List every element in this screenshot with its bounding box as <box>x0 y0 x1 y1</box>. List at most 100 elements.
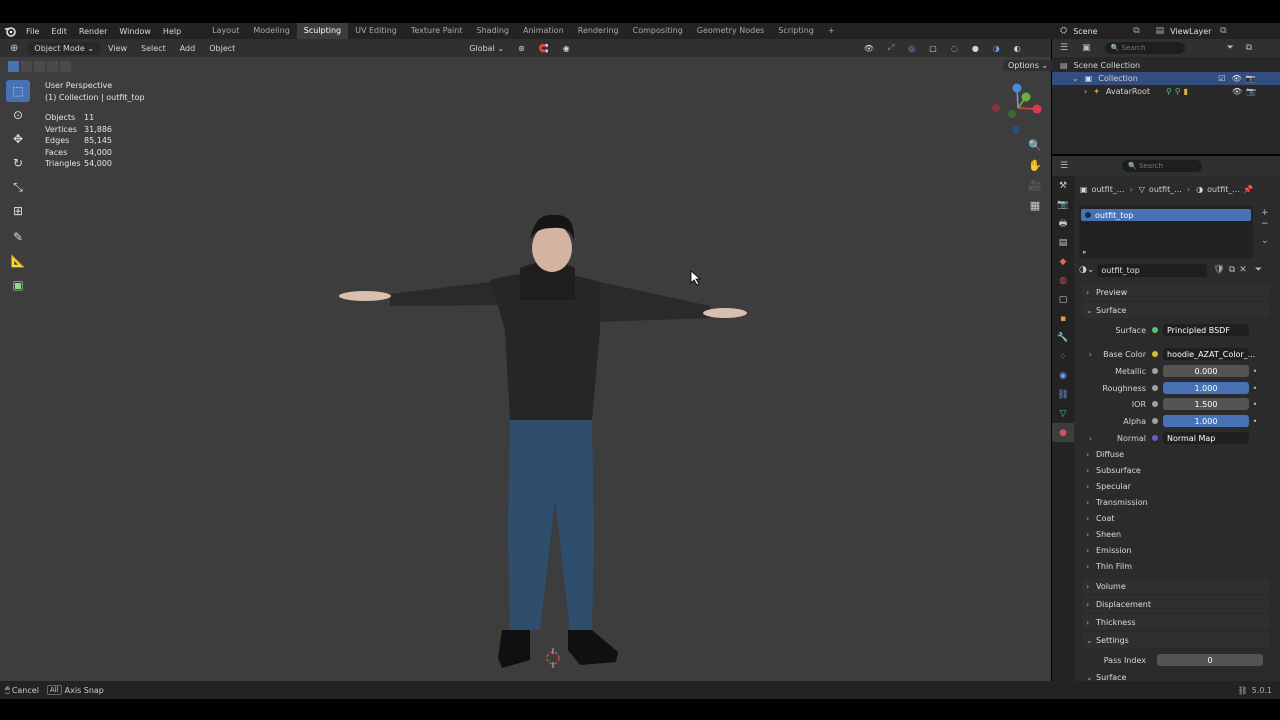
view-layer-icon[interactable]: ▤ <box>1156 26 1165 36</box>
pivot-icon[interactable]: ⊛ <box>512 42 531 55</box>
expand-icon[interactable]: › <box>1082 434 1092 443</box>
thin-film-subpanel[interactable]: › Thin Film <box>1086 559 1270 573</box>
add-workspace-button[interactable]: + <box>821 23 842 39</box>
expand-icon[interactable]: › <box>1082 350 1092 359</box>
collection-tab-icon[interactable]: ▢ <box>1052 290 1074 309</box>
normal-field[interactable]: Normal Map <box>1163 432 1249 444</box>
material-slot-item[interactable]: outfit_top <box>1081 209 1251 221</box>
emission-subpanel[interactable]: › Emission <box>1086 543 1270 557</box>
view-layer-name[interactable]: ViewLayer <box>1170 27 1220 36</box>
menu-add[interactable]: Add <box>174 42 202 55</box>
constraints-tab-icon[interactable]: ⛓ <box>1052 385 1074 404</box>
checkbox-icon[interactable]: ☑ <box>1218 74 1225 83</box>
ior-field[interactable]: 1.500 <box>1163 398 1249 410</box>
base-color-field[interactable]: hoodie_AZAT_Color_... <box>1163 348 1255 360</box>
menu-window[interactable]: Window <box>113 27 157 36</box>
transmission-subpanel[interactable]: › Transmission <box>1086 495 1270 509</box>
pan-hand-icon[interactable]: ✋ <box>1027 156 1043 174</box>
tab-modeling[interactable]: Modeling <box>246 23 296 39</box>
select-difference-icon[interactable] <box>47 60 58 72</box>
pin-icon[interactable]: 📌 <box>1243 185 1253 194</box>
add-slot-icon[interactable]: + <box>1261 208 1269 219</box>
volume-panel-header[interactable]: › Volume <box>1082 578 1270 594</box>
pass-index-field[interactable]: 0 <box>1157 654 1263 666</box>
menu-select[interactable]: Select <box>135 42 172 55</box>
select-subtract-icon[interactable] <box>34 60 45 72</box>
camera-view-icon[interactable]: 🎥 <box>1027 176 1043 194</box>
new-collection-icon[interactable]: ⧉ <box>1246 43 1252 53</box>
gizmo-toggle-icon[interactable]: ⤢ <box>882 41 900 55</box>
outliner-editor-icon[interactable]: ☰ <box>1060 43 1068 53</box>
slot-menu-icon[interactable]: ⌄ <box>1261 236 1269 247</box>
tab-geometry-nodes[interactable]: Geometry Nodes <box>690 23 771 39</box>
shading-wireframe-icon[interactable]: ◌ <box>945 42 964 55</box>
menu-file[interactable]: File <box>20 27 45 36</box>
blender-logo-icon[interactable] <box>4 25 16 37</box>
material-name-field[interactable]: outfit_top <box>1097 263 1208 277</box>
select-box-tool-icon[interactable]: ⬚ <box>6 80 30 102</box>
options-dropdown[interactable]: Options ⌄ <box>1003 60 1054 71</box>
navigation-gizmo[interactable] <box>990 80 1046 136</box>
displacement-panel-header[interactable]: › Displacement <box>1082 596 1270 612</box>
tab-sculpting[interactable]: Sculpting <box>296 23 349 39</box>
scale-tool-icon[interactable]: ⤡ <box>6 176 30 198</box>
tab-shading[interactable]: Shading <box>469 23 516 39</box>
view-layer-tab-icon[interactable]: ▤ <box>1052 233 1074 252</box>
remove-slot-icon[interactable]: − <box>1261 219 1269 230</box>
select-intersect-icon[interactable] <box>60 60 71 72</box>
rotate-tool-icon[interactable]: ↻ <box>6 152 30 174</box>
outliner-scene-collection[interactable]: ▤ Scene Collection <box>1052 59 1280 72</box>
camera-icon[interactable]: 📷 <box>1246 87 1256 96</box>
browse-material-icon[interactable]: ◑⌄ <box>1079 265 1094 275</box>
measure-tool-icon[interactable]: 📐 <box>6 250 30 272</box>
settings-surface-subpanel[interactable]: ⌄ Surface <box>1086 673 1270 681</box>
duplicate-material-icon[interactable]: ⧉ <box>1229 265 1235 275</box>
menu-view[interactable]: View <box>102 42 133 55</box>
data-tab-icon[interactable]: ▽ <box>1052 404 1074 423</box>
proportional-edit-icon[interactable]: ◉ <box>557 42 576 55</box>
display-mode-icon[interactable]: ▣ <box>1082 43 1091 53</box>
expand-list-icon[interactable]: ▸ <box>1083 248 1087 256</box>
eye-icon[interactable]: 👁 <box>1232 87 1242 96</box>
keyframe-dot-icon[interactable]: • <box>1252 417 1258 426</box>
scene-tab-icon[interactable]: ◆ <box>1052 252 1074 271</box>
alpha-field[interactable]: 1.000 <box>1163 415 1249 427</box>
editor-type-icon[interactable]: ⊕ <box>10 43 18 54</box>
orientation-dropdown[interactable]: Global ⌄ <box>463 42 510 55</box>
collapse-icon[interactable]: ⌄ <box>1072 74 1079 83</box>
diffuse-subpanel[interactable]: › Diffuse <box>1086 447 1270 461</box>
keyframe-dot-icon[interactable]: • <box>1252 400 1258 409</box>
tab-compositing[interactable]: Compositing <box>626 23 690 39</box>
metallic-field[interactable]: 0.000 <box>1163 365 1249 377</box>
tab-uv-editing[interactable]: UV Editing <box>348 23 404 39</box>
specular-subpanel[interactable]: › Specular <box>1086 479 1270 493</box>
move-tool-icon[interactable]: ✥ <box>6 128 30 150</box>
tab-scripting[interactable]: Scripting <box>771 23 821 39</box>
subsurface-subpanel[interactable]: › Subsurface <box>1086 463 1270 477</box>
physics-tab-icon[interactable]: ◉ <box>1052 366 1074 385</box>
node-filter-icon[interactable]: ⏷ <box>1255 265 1262 275</box>
properties-editor-icon[interactable]: ☰ <box>1060 161 1068 171</box>
annotate-tool-icon[interactable]: ✎ <box>6 226 30 248</box>
outliner-collection[interactable]: ⌄ ▣ Collection ☑ 👁 📷 <box>1052 72 1280 85</box>
add-cube-tool-icon[interactable]: ▣ <box>6 274 30 296</box>
menu-edit[interactable]: Edit <box>45 27 73 36</box>
output-tab-icon[interactable]: 🖶 <box>1052 214 1074 233</box>
shading-rendered-icon[interactable]: ◐ <box>1008 42 1027 55</box>
unlink-material-icon[interactable]: ✕ <box>1239 265 1247 275</box>
tab-texture-paint[interactable]: Texture Paint <box>404 23 470 39</box>
cursor-tool-icon[interactable]: ⊙ <box>6 104 30 126</box>
object-tab-icon[interactable]: ▪ <box>1052 309 1074 328</box>
shading-solid-icon[interactable]: ● <box>966 42 985 55</box>
transform-tool-icon[interactable]: ⊞ <box>6 200 30 222</box>
eye-icon[interactable]: 👁 <box>1231 74 1241 83</box>
tab-layout[interactable]: Layout <box>205 23 246 39</box>
surface-panel-header[interactable]: ⌄ Surface <box>1082 302 1270 318</box>
keyframe-dot-icon[interactable]: • <box>1252 384 1258 393</box>
select-new-icon[interactable] <box>8 60 19 72</box>
outliner-avatar-root[interactable]: › ✦ AvatarRoot ⚲ ⚲ ▮ 👁 📷 <box>1052 85 1280 98</box>
shading-material-icon[interactable]: ◑ <box>987 42 1006 55</box>
fake-user-icon[interactable]: 🛡 <box>1213 265 1224 275</box>
thickness-panel-header[interactable]: › Thickness <box>1082 614 1270 630</box>
overlay-toggle-icon[interactable]: ◎ <box>902 42 921 55</box>
